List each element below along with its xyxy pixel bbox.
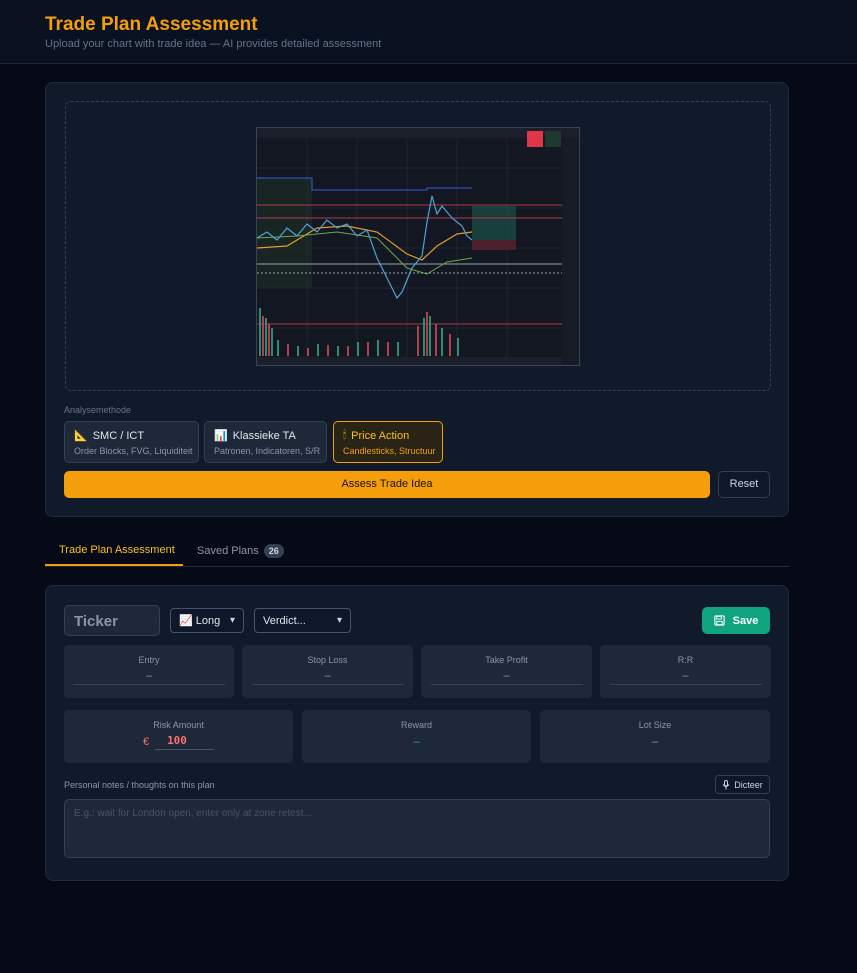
entry-field[interactable]: Entry – <box>64 645 234 698</box>
stop-loss-label: Stop Loss <box>307 655 348 665</box>
uploaded-chart-image <box>256 127 580 366</box>
tab-trade-plan-assessment[interactable]: Trade Plan Assessment <box>59 544 175 556</box>
page-title: Trade Plan Assessment <box>45 14 258 35</box>
reward-value: – <box>413 736 420 748</box>
method-klassieke-ta-button[interactable]: 📊 Klassieke TA Patronen, Indicatoren, S/… <box>204 421 327 463</box>
take-profit-value[interactable]: – <box>430 670 583 685</box>
method-description: Candlesticks, Structuur <box>343 446 436 456</box>
method-smc-ict-button[interactable]: 📐 SMC / ICT Order Blocks, FVG, Liquidite… <box>64 421 199 463</box>
saved-count-badge: 26 <box>263 544 284 558</box>
stop-loss-field[interactable]: Stop Loss – <box>242 645 413 698</box>
save-button[interactable]: Save <box>702 607 770 634</box>
save-label: Save <box>732 614 759 627</box>
tab-label: Saved Plans <box>197 545 259 557</box>
direction-select[interactable]: 📈 Long ▾ <box>170 608 244 633</box>
verdict-value: Verdict... <box>263 614 306 627</box>
dictate-button[interactable]: Dicteer <box>715 775 770 794</box>
reset-button[interactable]: Reset <box>718 471 770 498</box>
currency-symbol: € <box>142 736 150 748</box>
risk-amount-input[interactable]: 100 <box>155 734 215 750</box>
lot-size-value: – <box>651 736 659 748</box>
risk-reward-field: R:R – <box>600 645 771 698</box>
dictate-label: Dicteer <box>734 779 763 790</box>
trade-plan-card: Ticker 📈 Long ▾ Verdict... ▾ Save Entry … <box>45 585 789 881</box>
reward-label: Reward <box>400 720 432 730</box>
bar-chart-icon: 📊 <box>214 430 228 442</box>
take-profit-field[interactable]: Take Profit – <box>421 645 592 698</box>
ruler-icon: 📐 <box>74 430 88 442</box>
method-description: Patronen, Indicatoren, S/R <box>214 446 321 456</box>
notes-textarea[interactable]: E.g.: wait for London open, enter only a… <box>64 799 770 858</box>
tab-bar: Trade Plan Assessment Saved Plans 26 <box>45 538 789 567</box>
risk-amount-label: Risk Amount <box>153 720 204 730</box>
assess-trade-idea-button[interactable]: Assess Trade Idea <box>64 471 710 498</box>
take-profit-label: Take Profit <box>485 655 528 665</box>
risk-amount-field[interactable]: Risk Amount € 100 <box>64 710 293 763</box>
chevron-down-icon: ▾ <box>229 615 235 626</box>
analysis-method-label: Analysemethode <box>64 405 132 415</box>
method-title: Price Action <box>351 429 410 442</box>
lot-size-field: Lot Size – <box>540 710 770 763</box>
chevron-down-icon: ▾ <box>336 615 342 626</box>
candle-icon: 🕯 <box>343 429 347 441</box>
stop-loss-value[interactable]: – <box>251 670 404 685</box>
lot-size-label: Lot Size <box>638 720 672 730</box>
chart-dropzone[interactable] <box>65 101 771 391</box>
tab-label: Trade Plan Assessment <box>59 544 175 556</box>
tab-saved-plans[interactable]: Saved Plans 26 <box>197 544 284 558</box>
floppy-disk-icon <box>714 615 725 626</box>
microphone-icon <box>722 779 730 789</box>
entry-label: Entry <box>138 655 160 665</box>
ticker-input[interactable]: Ticker <box>64 605 160 636</box>
reward-field: Reward – <box>302 710 531 763</box>
app-header: Trade Plan Assessment Upload your chart … <box>0 0 857 64</box>
method-title: Klassieke TA <box>232 429 296 442</box>
notes-label: Personal notes / thoughts on this plan <box>64 780 215 790</box>
entry-value[interactable]: – <box>73 670 225 685</box>
risk-reward-value: – <box>609 670 762 685</box>
chart-thumbnail <box>257 128 579 365</box>
method-description: Order Blocks, FVG, Liquiditeit <box>74 446 193 456</box>
verdict-select[interactable]: Verdict... ▾ <box>254 608 351 633</box>
risk-reward-label: R:R <box>677 655 694 665</box>
method-title: SMC / ICT <box>92 429 145 442</box>
upload-card: Analysemethode 📐 SMC / ICT Order Blocks,… <box>45 82 789 517</box>
active-tab-indicator <box>45 564 183 566</box>
page-subtitle: Upload your chart with trade idea — AI p… <box>45 38 382 50</box>
method-price-action-button[interactable]: 🕯 Price Action Candlesticks, Structuur <box>333 421 443 463</box>
direction-value: 📈 Long <box>179 615 221 627</box>
